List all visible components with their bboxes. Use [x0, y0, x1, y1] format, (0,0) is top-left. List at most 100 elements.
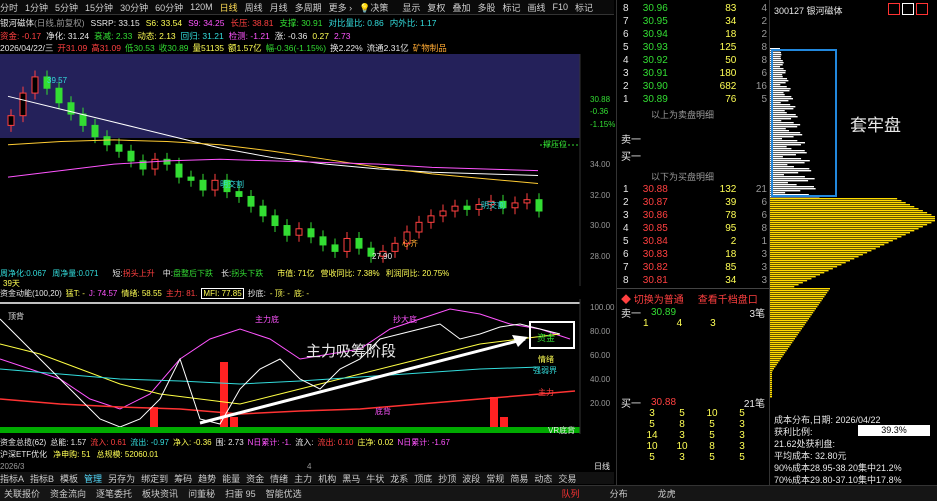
toolbar-button[interactable]: 多股	[477, 1, 495, 14]
book-row[interactable]: 6 30.94 18 2	[621, 28, 769, 41]
chip-bar	[770, 172, 799, 174]
period-tab-selected[interactable]: 日线	[220, 1, 238, 14]
view-depth-button[interactable]: 查看千档盘口	[698, 291, 758, 306]
period-tab[interactable]: 30分钟	[120, 1, 148, 14]
toolbar-button[interactable]: 画线	[527, 1, 545, 14]
chip-bar	[770, 320, 808, 322]
book-row[interactable]: 3 30.91 180 6	[621, 67, 769, 80]
toolbar-button[interactable]: F10	[553, 2, 569, 12]
indicator-tab[interactable]: 牛状	[366, 472, 384, 485]
book-row[interactable]: 5 30.84 2 1	[621, 235, 769, 248]
indicator-tab[interactable]: 资金	[246, 472, 264, 485]
ind1-title[interactable]: 资金动能(100,20)	[0, 288, 62, 299]
chip-setting-icon[interactable]	[916, 3, 928, 15]
indicator-tab[interactable]: 管理	[84, 472, 102, 485]
book-row[interactable]: 2 30.87 39 6	[621, 196, 769, 209]
bottom-tab[interactable]: 队列	[562, 487, 580, 500]
period-tab[interactable]: 更多 ›	[329, 1, 353, 14]
toolbar-button[interactable]: 复权	[427, 1, 445, 14]
period-tab[interactable]: 120M	[190, 2, 213, 12]
ind3-title[interactable]: 沪深ETF优化	[0, 449, 47, 460]
indicator-tab[interactable]: 简易	[510, 472, 528, 485]
queue-item: 3	[739, 441, 745, 452]
indicator-tab[interactable]: 波段	[462, 472, 480, 485]
period-tab[interactable]: 5分钟	[55, 1, 78, 14]
indicator-tab[interactable]: 指标B	[30, 472, 54, 485]
book-row[interactable]: 7 30.95 34 2	[621, 15, 769, 28]
bottom-tab[interactable]: 分布	[610, 487, 628, 500]
chip-bar	[770, 142, 805, 144]
period-tab[interactable]: 15分钟	[85, 1, 113, 14]
indicator-tab[interactable]: 抄顶	[438, 472, 456, 485]
indicator-tab[interactable]: 指标A	[0, 472, 24, 485]
chip-mode-icon[interactable]	[902, 3, 914, 15]
chip-bar	[770, 300, 822, 302]
indicator-tab[interactable]: 情绪	[270, 472, 288, 485]
chip-toggle-icon[interactable]	[888, 3, 900, 15]
indicator-tab[interactable]: 动态	[534, 472, 552, 485]
ind2-title[interactable]: 资金总揽(62)	[0, 437, 46, 448]
indicator-tab[interactable]: 趋势	[198, 472, 216, 485]
book-row[interactable]: 8 30.96 83 4	[621, 2, 769, 15]
indicator-tab[interactable]: 主力	[294, 472, 312, 485]
candlestick-chart[interactable]	[0, 54, 614, 286]
indicator-tab[interactable]: 顶底	[414, 472, 432, 485]
bottom-tab[interactable]: 智能优选	[266, 487, 302, 500]
chip-bar	[770, 204, 910, 206]
book-row[interactable]: 8 30.81 34 3	[621, 274, 769, 287]
queue-item: 10	[676, 441, 688, 452]
switch-normal-button[interactable]: ◆ 切换为普通	[621, 291, 684, 306]
cheap-label: 心齐	[402, 239, 418, 248]
indicator-tab[interactable]: 机构	[318, 472, 336, 485]
candle	[151, 158, 159, 170]
period-tab[interactable]: 多周期	[295, 1, 322, 14]
indicator-tab[interactable]: 绑定到	[141, 472, 168, 485]
book-row[interactable]: 1 30.88 132 21	[621, 183, 769, 196]
book-row[interactable]: 6 30.83 18 3	[621, 248, 769, 261]
toolbar-button[interactable]: 标记	[502, 1, 520, 14]
indicator-tab[interactable]: 能量	[222, 472, 240, 485]
indicator1-chart[interactable]	[0, 299, 614, 434]
indicator-tab[interactable]: 黑马	[342, 472, 360, 485]
queue-row: 5 3 5 5	[637, 452, 757, 463]
indicator-tab[interactable]: 龙系	[390, 472, 408, 485]
period-tab[interactable]: 分时	[0, 1, 18, 14]
toolbar-button[interactable]: 标记	[575, 1, 593, 14]
indicator-bar	[150, 407, 158, 427]
toolbar-button[interactable]: 叠加	[452, 1, 470, 14]
indicator-tab[interactable]: 筹码	[174, 472, 192, 485]
book-row[interactable]: 4 30.85 95 8	[621, 222, 769, 235]
bottom-tab[interactable]: 问董秘	[188, 487, 215, 500]
indicator-tab[interactable]: 另存为	[108, 472, 135, 485]
book-cell: 4	[623, 223, 629, 234]
period-tab[interactable]: 60分钟	[155, 1, 183, 14]
toolbar-button[interactable]: 显示	[402, 1, 420, 14]
foot-f: 盘整后下跌	[172, 268, 213, 278]
book-row[interactable]: 4 30.92 50 8	[621, 54, 769, 67]
indicator-tab[interactable]: 交易	[558, 472, 576, 485]
bottom-tab[interactable]: 扫雷 95	[225, 487, 256, 500]
period-tab[interactable]: 月线	[270, 1, 288, 14]
book-row[interactable]: 3 30.86 78 6	[621, 209, 769, 222]
book-row[interactable]: 5 30.93 125 8	[621, 41, 769, 54]
bottom-tab[interactable]: 龙虎	[658, 487, 676, 500]
book-cell: 3	[761, 262, 767, 273]
bottom-tab[interactable]: 关联报价	[4, 487, 40, 500]
indicator-tab[interactable]: 模板	[60, 472, 78, 485]
bottom-tab[interactable]: 逐笔委托	[96, 487, 132, 500]
book-row[interactable]: 2 30.90 682 16	[621, 80, 769, 93]
axis-right[interactable]: 日线	[594, 461, 610, 472]
period-tab[interactable]: 1分钟	[25, 1, 48, 14]
book-row[interactable]: 1 30.89 76 5	[621, 93, 769, 106]
queue-item: 5	[739, 452, 745, 463]
decision-button[interactable]: 💡决策	[359, 1, 395, 14]
book-row[interactable]: 7 30.82 85 3	[621, 261, 769, 274]
period-tab[interactable]: 周线	[245, 1, 263, 14]
chip-bar	[770, 144, 801, 146]
chip-bar	[770, 180, 809, 182]
bottom-tab[interactable]: 资金流向	[50, 487, 86, 500]
foot-g: 长:	[220, 268, 232, 278]
phase-label: 主力吸筹阶段	[306, 343, 397, 360]
bottom-tab[interactable]: 板块资讯	[142, 487, 178, 500]
indicator-tab[interactable]: 常规	[486, 472, 504, 485]
